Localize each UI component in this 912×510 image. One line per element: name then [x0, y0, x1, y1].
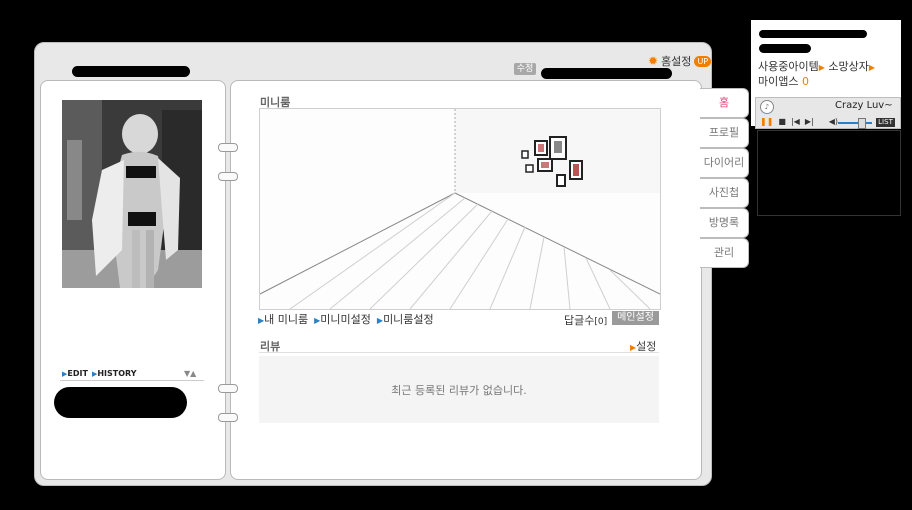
tab-manage[interactable]: 관리: [700, 238, 749, 268]
volume-slider[interactable]: [838, 122, 872, 124]
volume-icon[interactable]: ◀): [829, 117, 838, 126]
my-miniroom-link[interactable]: ▶내 미니룸: [258, 311, 308, 327]
music-note-icon[interactable]: ♪: [760, 100, 774, 114]
up-badge: UP: [694, 55, 712, 67]
gear-icon: ✹: [648, 54, 659, 68]
redacted-username: [759, 30, 867, 38]
tab-profile[interactable]: 프로필: [700, 118, 749, 148]
edit-link[interactable]: ▶EDIT: [62, 369, 88, 378]
profile-photo[interactable]: [62, 100, 202, 288]
redacted-url: [541, 68, 672, 79]
tab-home[interactable]: 홈: [700, 88, 749, 118]
review-empty-message: 최근 등록된 리뷰가 없습니다.: [391, 383, 527, 397]
redacted-status: [54, 387, 187, 418]
home-settings-label: 홈설정: [661, 55, 692, 68]
playlist-button[interactable]: LIST: [876, 118, 895, 127]
next-track-icon[interactable]: ▶|: [805, 117, 814, 126]
edit-button[interactable]: 수정: [514, 63, 536, 75]
miniroom-illustration: [260, 109, 660, 309]
wishbox-link[interactable]: 소망상자▶: [828, 60, 875, 73]
player-controls: ❚❚ ■ |◀ ▶| ◀): [760, 117, 838, 126]
triangle-right-icon: ▶: [868, 63, 876, 72]
widget-item-links: 사용중아이템▶ 소망상자▶: [758, 58, 875, 74]
profile-photo-illustration: [62, 100, 202, 288]
main-settings-button[interactable]: 메인설정: [612, 311, 659, 325]
binder-ring: [218, 384, 238, 393]
sort-arrows-icon[interactable]: ▼▲: [184, 369, 196, 378]
tab-guestbook[interactable]: 방명록: [700, 208, 749, 238]
binder-ring: [218, 143, 238, 152]
binder-ring: [218, 172, 238, 181]
tab-diary[interactable]: 다이어리: [700, 148, 749, 178]
miniroom-links: ▶내 미니룸 ▶미니미설정 ▶미니룸설정: [258, 311, 434, 327]
redacted-title: [72, 66, 190, 77]
tab-photo-album[interactable]: 사진첩: [700, 178, 749, 208]
my-apps-link[interactable]: 마이앱스 0: [758, 73, 809, 89]
minimi-settings-link[interactable]: ▶미니미설정: [314, 311, 371, 327]
previous-track-icon[interactable]: |◀: [791, 117, 800, 126]
miniroom-settings-link[interactable]: ▶미니룸설정: [377, 311, 434, 327]
triangle-right-icon: ▶: [818, 63, 825, 72]
pause-icon[interactable]: ❚❚: [760, 117, 773, 126]
history-link[interactable]: ▶HISTORY: [92, 369, 137, 378]
volume-slider-handle[interactable]: [858, 118, 866, 129]
home-settings-link[interactable]: ✹ 홈설정 UP: [648, 53, 712, 69]
items-in-use-link[interactable]: 사용중아이템▶: [758, 60, 825, 73]
apps-count: 0: [801, 75, 809, 88]
reply-count: 답글수[0]: [564, 314, 608, 327]
miniroom-canvas[interactable]: [259, 108, 661, 310]
edit-history-links: ▶EDIT ▶HISTORY: [62, 369, 137, 378]
review-empty-box: 최근 등록된 리뷰가 없습니다.: [259, 356, 659, 423]
track-title: Crazy Luv~: [835, 100, 893, 111]
left-divider: [60, 380, 204, 381]
binder-ring: [218, 413, 238, 422]
redacted-user-info: [759, 44, 811, 53]
review-divider: [259, 352, 659, 353]
stop-icon[interactable]: ■: [778, 117, 786, 126]
player-screen: [757, 130, 901, 216]
